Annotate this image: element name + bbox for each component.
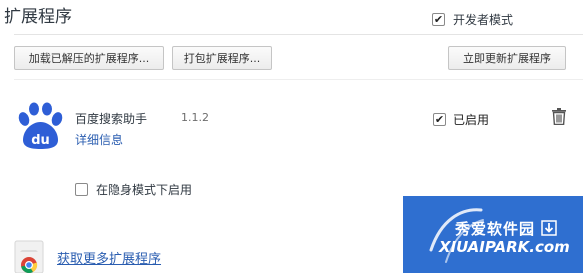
get-more-extensions-link[interactable]: 获取更多扩展程序: [57, 248, 161, 267]
watermark-bottom-text: XIUAIPARK.com: [439, 238, 570, 256]
download-arrow-icon: [541, 220, 557, 236]
update-extensions-button[interactable]: 立即更新扩展程序: [448, 46, 566, 70]
pack-extension-button[interactable]: 打包扩展程序...: [172, 46, 272, 70]
toolbar-divider: [14, 79, 583, 80]
header-divider: [14, 34, 583, 35]
extension-enabled-toggle[interactable]: ✔ 已启用: [433, 111, 489, 128]
load-unpacked-button[interactable]: 加载已解压的扩展程序...: [14, 46, 164, 70]
page-title: 扩展程序: [4, 7, 72, 27]
developer-mode-label: 开发者模式: [453, 13, 514, 27]
extension-version: 1.1.2: [181, 111, 209, 124]
developer-mode-toggle[interactable]: ✔ 开发者模式: [432, 11, 513, 28]
incognito-checkbox[interactable]: [75, 183, 88, 196]
developer-mode-checkbox[interactable]: ✔: [432, 13, 445, 26]
checkmark-icon: ✔: [433, 13, 444, 26]
watermark-top-text: 秀爱软件园: [455, 220, 536, 238]
incognito-label: 在隐身模式下启用: [96, 183, 193, 197]
trash-icon[interactable]: [552, 108, 566, 126]
enabled-label: 已启用: [453, 113, 490, 127]
enabled-checkbox[interactable]: ✔: [433, 113, 446, 126]
chrome-webstore-icon: [14, 240, 44, 274]
watermark-logo: 秀爱软件园 XIUAIPARK.com: [403, 196, 583, 273]
extension-details-link[interactable]: 详细信息: [75, 131, 123, 148]
svg-text:du: du: [31, 133, 50, 148]
checkmark-icon: ✔: [434, 113, 445, 126]
extension-name: 百度搜索助手: [75, 112, 148, 126]
incognito-toggle[interactable]: 在隐身模式下启用: [75, 181, 192, 198]
baidu-paw-icon: du: [14, 102, 66, 150]
